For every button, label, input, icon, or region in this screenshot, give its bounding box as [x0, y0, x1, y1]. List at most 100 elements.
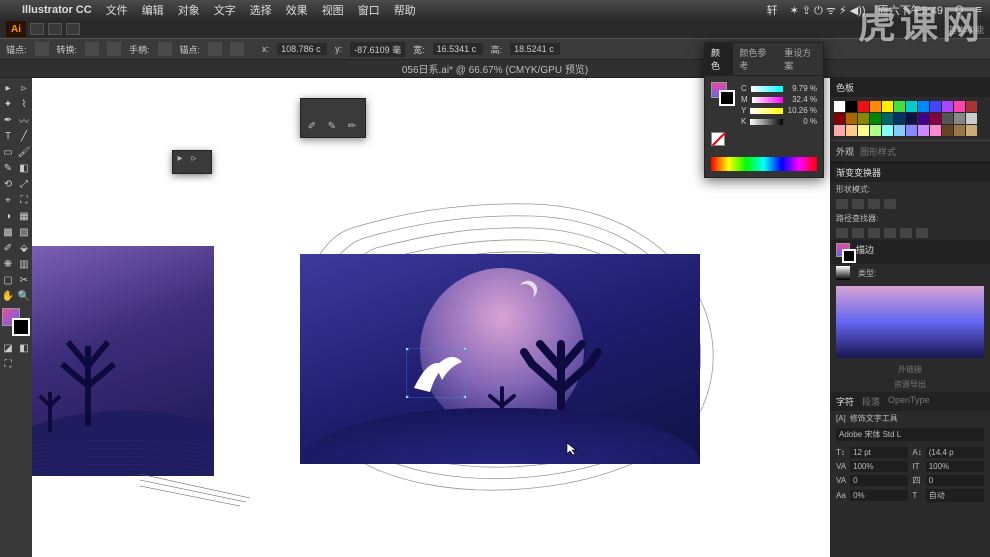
menu-object[interactable]: 对象 [178, 2, 200, 18]
leading-field[interactable]: (14.4 p [926, 447, 984, 458]
magenta-slider[interactable]: M32.4 % [741, 95, 817, 104]
perspective-tool[interactable]: ▦ [16, 208, 32, 224]
menu-type[interactable]: 文字 [214, 2, 236, 18]
asset-export-tab[interactable]: 资源导出 [830, 377, 990, 392]
menubar-icons[interactable]: ✶ ⇪ ⏻ ᯤ ⚡︎ ◀)) [790, 3, 866, 18]
app-name[interactable]: Illustrator CC [22, 4, 92, 16]
floating-tool-panel-1[interactable]: ▸ ▹ [172, 150, 212, 174]
anchor-icon[interactable] [35, 42, 49, 56]
touch-type-tool-button[interactable]: [A] 修饰文字工具 [830, 411, 990, 426]
direct-selection-tool[interactable]: ▹ [16, 80, 32, 96]
doc-layout-1[interactable] [30, 23, 44, 35]
mini-brush-3-icon[interactable]: ✏ [345, 119, 359, 133]
pen-tool[interactable]: ✒ [0, 112, 16, 128]
paintbrush-tool[interactable]: 🖌 [16, 144, 32, 160]
column-graph-tool[interactable]: ▥ [16, 256, 32, 272]
color-swatch-pair[interactable] [711, 82, 735, 106]
mini-brush-2-icon[interactable]: ✎ [325, 119, 339, 133]
mini-select-icon[interactable]: ▸ [173, 151, 187, 165]
tracking-field[interactable]: 0 [926, 475, 984, 486]
artboard-tool[interactable]: ▢ [0, 272, 16, 288]
kerning-field[interactable]: 0 [850, 475, 908, 486]
menu-extra-icon[interactable]: ≡ [976, 4, 982, 16]
merge-icon[interactable] [868, 228, 880, 238]
font-size-field[interactable]: 12 pt [850, 447, 908, 458]
unite-icon[interactable] [836, 199, 848, 209]
spectrum-bar[interactable] [711, 157, 817, 171]
bird-shape[interactable] [406, 348, 466, 398]
scale-tool[interactable]: ⤢ [16, 176, 32, 192]
line-tool[interactable]: ╱ [16, 128, 32, 144]
color-tab[interactable]: 颜色 [705, 43, 733, 75]
workspace-switcher[interactable]: 基本功能 [948, 23, 984, 36]
mesh-tool[interactable]: ▩ [0, 224, 16, 240]
slice-tool[interactable]: ✂ [16, 272, 32, 288]
divide-icon[interactable] [836, 228, 848, 238]
gradient-swatch-icon[interactable] [836, 266, 850, 280]
cut-path-icon[interactable] [230, 42, 244, 56]
pathfinder-title[interactable]: 渐变变换器 [830, 163, 990, 182]
floating-tool-panel-2[interactable]: ✐ ✎ ✏ [300, 98, 366, 138]
menu-effect[interactable]: 效果 [286, 2, 308, 18]
mini-brush-1-icon[interactable]: ✐ [305, 119, 319, 133]
menu-window[interactable]: 窗口 [358, 2, 380, 18]
font-family-field[interactable]: Adobe 宋体 Std L [836, 428, 984, 441]
gradient-mode-icon[interactable]: ◧ [16, 340, 32, 356]
convert-corner-icon[interactable] [85, 42, 99, 56]
menu-edit[interactable]: 编辑 [142, 2, 164, 18]
gradient-tool[interactable]: ▨ [16, 224, 32, 240]
black-slider[interactable]: K0 % [741, 117, 817, 126]
trim-icon[interactable] [852, 228, 864, 238]
selection-tool[interactable]: ▸ [0, 80, 16, 96]
handle-icon[interactable] [158, 42, 172, 56]
screen-mode-icon[interactable]: ⛶ [0, 356, 16, 372]
free-transform-tool[interactable]: ⛶ [16, 192, 32, 208]
rotate-tool[interactable]: ⟲ [0, 176, 16, 192]
color-mode-icon[interactable]: ◪ [0, 340, 16, 356]
menu-help[interactable]: 帮助 [394, 2, 416, 18]
none-color-icon[interactable] [711, 132, 725, 146]
color-guide-tab[interactable]: 颜色参考 [733, 43, 778, 75]
mini-direct-icon[interactable]: ▹ [187, 151, 201, 165]
fill-stroke-control[interactable] [2, 308, 30, 336]
shape-builder-tool[interactable]: ◑ [0, 208, 16, 224]
hand-tool[interactable]: ✋ [0, 288, 16, 304]
h-field[interactable]: 18.5241 c [510, 43, 560, 55]
swatches-grid[interactable] [830, 97, 990, 140]
eraser-tool[interactable]: ◧ [16, 160, 32, 176]
magic-wand-tool[interactable]: ✦ [0, 96, 16, 112]
x-field[interactable]: 108.786 c [277, 43, 327, 55]
hscale-field[interactable]: 100% [850, 461, 908, 472]
blend-tool[interactable]: ⬙ [16, 240, 32, 256]
yellow-slider[interactable]: Y10.26 % [741, 106, 817, 115]
lasso-tool[interactable]: ⌇ [16, 96, 32, 112]
doc-layout-3[interactable] [66, 23, 80, 35]
exclude-icon[interactable] [884, 199, 896, 209]
document-tab[interactable]: 056日系.ai* @ 66.67% (CMYK/GPU 预览) [402, 61, 588, 76]
menu-file[interactable]: 文件 [106, 2, 128, 18]
symbol-sprayer-tool[interactable]: ❋ [0, 256, 16, 272]
menu-select[interactable]: 选择 [250, 2, 272, 18]
minus-front-icon[interactable] [852, 199, 864, 209]
appearance-tab[interactable]: 外观 [836, 145, 854, 158]
gradient-preview[interactable] [836, 286, 984, 358]
curvature-tool[interactable]: 〰 [16, 112, 32, 128]
color-panel[interactable]: 颜色 颜色参考 重设方案 C9.79 % M32.4 % Y10.26 % K0… [704, 42, 824, 178]
remove-anchor-icon[interactable] [208, 42, 222, 56]
opentype-tab[interactable]: OpenType [888, 395, 930, 408]
menu-view[interactable]: 视图 [322, 2, 344, 18]
eyedropper-tool[interactable]: ✐ [0, 240, 16, 256]
w-field[interactable]: 16.5341 c [433, 43, 483, 55]
swatches-panel-title[interactable]: 色板 [830, 78, 990, 97]
zoom-tool[interactable]: 🔍 [16, 288, 32, 304]
graphic-styles-tab[interactable]: 图形样式 [860, 145, 896, 158]
intersect-icon[interactable] [868, 199, 880, 209]
doc-layout-2[interactable] [48, 23, 62, 35]
convert-smooth-icon[interactable] [107, 42, 121, 56]
cyan-slider[interactable]: C9.79 % [741, 84, 817, 93]
baseline-field[interactable]: 0% [850, 490, 908, 501]
rectangle-tool[interactable]: ▭ [0, 144, 16, 160]
links-tab[interactable]: 外链接 [830, 362, 990, 377]
paragraph-tab[interactable]: 段落 [862, 395, 880, 408]
color-themes-tab[interactable]: 重设方案 [778, 43, 823, 75]
